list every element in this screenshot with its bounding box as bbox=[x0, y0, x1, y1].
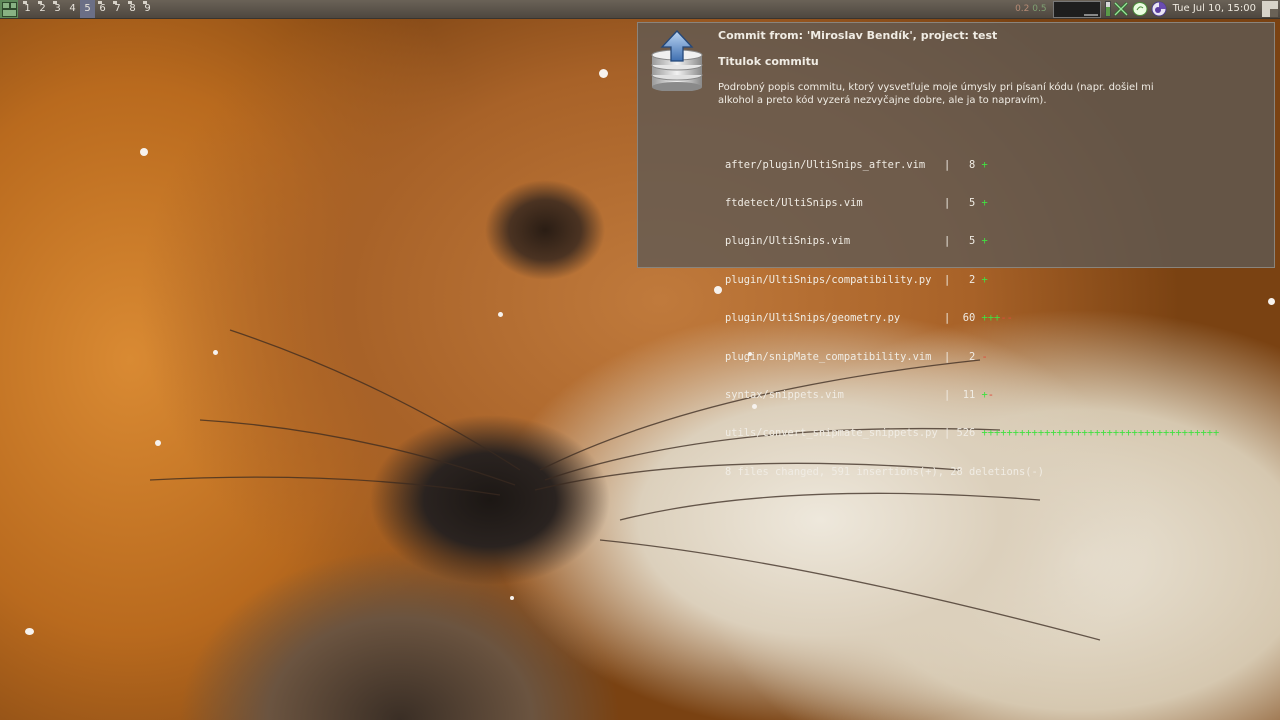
battery-icon[interactable] bbox=[1104, 1, 1111, 17]
cpu-graph[interactable] bbox=[1052, 0, 1101, 18]
diffstat-file: plugin/UltiSnips/geometry.py bbox=[725, 312, 938, 325]
diffstat-count: 60 bbox=[956, 312, 976, 325]
diffstat-file: plugin/snipMate_compatibility.vim bbox=[725, 350, 938, 363]
diffstat-plus: + bbox=[981, 273, 988, 286]
diffstat-count: 8 bbox=[956, 158, 976, 171]
workspace-4[interactable]: 4 bbox=[65, 0, 80, 18]
diffstat-count: 2 bbox=[956, 273, 976, 286]
diffstat-row: syntax/snippets.vim | 11 +- bbox=[725, 388, 995, 401]
git-upload-database-icon bbox=[648, 29, 706, 92]
pidgin-icon[interactable] bbox=[1151, 1, 1168, 18]
cpu-load-1: 0.2 bbox=[1015, 4, 1030, 14]
commit-subject: Titulok commitu bbox=[718, 55, 819, 68]
diffstat-file: utils/convert_snipmate_snippets.py bbox=[725, 427, 938, 440]
diffstat-file: after/plugin/UltiSnips_after.vim bbox=[725, 158, 938, 171]
workspace-7[interactable]: 7 bbox=[110, 0, 125, 18]
cpu-load-2: 0.5 bbox=[1032, 4, 1047, 14]
diffstat-row: after/plugin/UltiSnips_after.vim | 8 + bbox=[725, 158, 988, 171]
network-tools-icon[interactable] bbox=[1113, 1, 1130, 18]
diffstat-plus: + bbox=[981, 235, 988, 248]
diffstat-count: 11 bbox=[956, 388, 976, 401]
diffstat-plus: ++++++++++++++++++++++++++++++++++++++ bbox=[981, 427, 1220, 440]
clock[interactable]: Tue Jul 10, 15:00 bbox=[1173, 0, 1256, 18]
diffstat-file: ftdetect/UltiSnips.vim bbox=[725, 196, 938, 209]
diffstat-minus: -- bbox=[1000, 312, 1013, 325]
diffstat-file: syntax/snippets.vim bbox=[725, 388, 938, 401]
diffstat-file: plugin/UltiSnips.vim bbox=[725, 235, 938, 248]
workspace-list: 1 2 3 4 5 6 7 8 9 bbox=[20, 0, 155, 18]
top-panel: 1 2 3 4 5 6 7 8 9 0.2 0.5 Tue Jul 10, 15… bbox=[0, 0, 1280, 19]
notification-title: Commit from: 'Miroslav Bendík', project:… bbox=[718, 29, 998, 42]
diffstat-row: utils/convert_snipmate_snippets.py | 526… bbox=[725, 427, 1220, 440]
diffstat-count: 526 bbox=[956, 427, 976, 440]
commit-description: Podrobný popis commitu, ktorý vysvetľuje… bbox=[718, 82, 1154, 106]
diffstat-count: 5 bbox=[956, 196, 976, 209]
workspace-8[interactable]: 8 bbox=[125, 0, 140, 18]
diffstat-plus: + bbox=[981, 158, 988, 171]
diffstat-plus: +++ bbox=[981, 312, 1001, 325]
workspace-1[interactable]: 1 bbox=[20, 0, 35, 18]
workspace-2[interactable]: 2 bbox=[35, 0, 50, 18]
show-desktop-button[interactable] bbox=[1262, 1, 1278, 17]
workspace-6[interactable]: 6 bbox=[95, 0, 110, 18]
diffstat-minus: - bbox=[987, 388, 995, 401]
diffstat-minus: - bbox=[981, 350, 988, 363]
workspace-9[interactable]: 9 bbox=[140, 0, 155, 18]
system-tray: 0.2 0.5 Tue Jul 10, 15:00 bbox=[1015, 0, 1280, 18]
workspace-5[interactable]: 5 bbox=[80, 0, 95, 18]
workspace-3[interactable]: 3 bbox=[50, 0, 65, 18]
diffstat-row: plugin/UltiSnips.vim | 5 + bbox=[725, 235, 988, 248]
diffstat-row: plugin/snipMate_compatibility.vim | 2 - bbox=[725, 350, 988, 363]
diffstat-file: plugin/UltiSnips/compatibility.py bbox=[725, 273, 938, 286]
notes-icon[interactable] bbox=[1132, 1, 1149, 18]
diffstat-row: plugin/UltiSnips/compatibility.py | 2 + bbox=[725, 273, 988, 286]
diffstat-row: plugin/UltiSnips/geometry.py | 60 +++-- bbox=[725, 312, 1013, 325]
commit-notification[interactable]: Commit from: 'Miroslav Bendík', project:… bbox=[637, 22, 1275, 478]
diffstat-plus: + bbox=[981, 196, 988, 209]
workspace-switcher-icon[interactable] bbox=[0, 0, 18, 18]
diffstat: after/plugin/UltiSnips_after.vim | 8 + f… bbox=[725, 133, 1270, 504]
diffstat-row: ftdetect/UltiSnips.vim | 5 + bbox=[725, 196, 988, 209]
diffstat-summary: 8 files changed, 591 insertions(+), 28 d… bbox=[725, 465, 1045, 478]
cpu-load: 0.2 0.5 bbox=[1015, 0, 1047, 18]
diffstat-count: 5 bbox=[956, 235, 976, 248]
diffstat-count: 2 bbox=[956, 350, 976, 363]
